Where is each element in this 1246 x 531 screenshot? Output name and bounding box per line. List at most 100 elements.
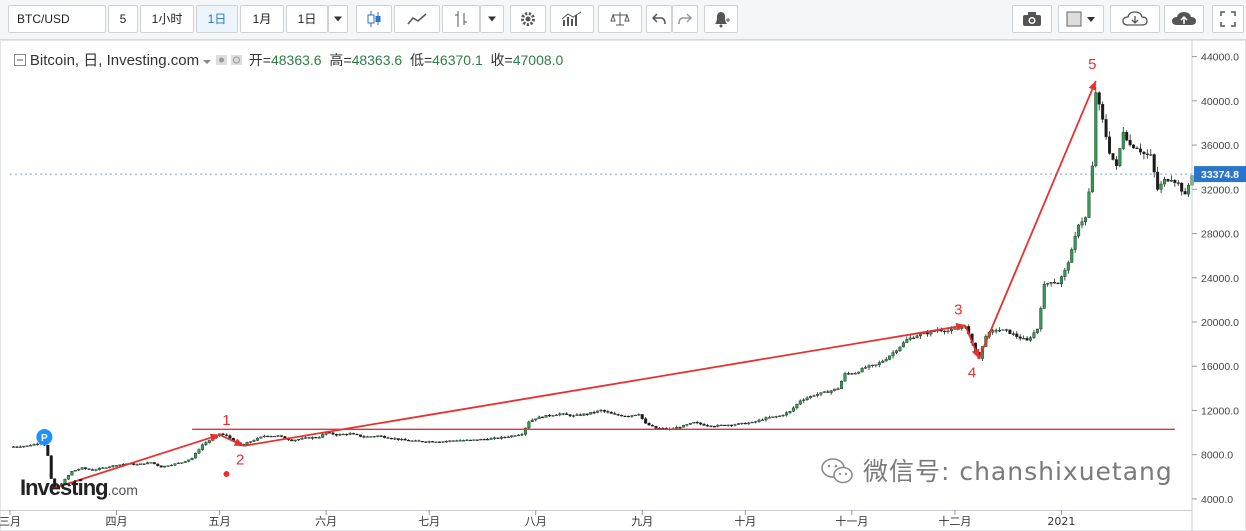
redo-button[interactable] — [672, 5, 698, 33]
candle-body — [290, 439, 294, 442]
candle-body — [279, 435, 283, 437]
candle-body — [616, 414, 620, 416]
candle-body — [895, 350, 899, 353]
candle-body — [712, 426, 716, 428]
candle-body — [1142, 151, 1146, 155]
candle-body — [25, 445, 29, 447]
interval-1d-button[interactable]: 1日 — [196, 5, 238, 33]
candle-body — [389, 437, 393, 440]
candle-body — [1145, 153, 1149, 155]
candle-body — [341, 433, 345, 436]
interval-dropdown-button[interactable] — [328, 5, 348, 33]
candle-body — [1090, 165, 1094, 193]
load-chart-button[interactable] — [1110, 5, 1160, 33]
last-price-label: 33374.8 — [1201, 169, 1239, 181]
candle-body — [372, 436, 376, 438]
candle-body — [843, 373, 847, 382]
candle-body — [846, 373, 850, 375]
candle-body — [1008, 329, 1012, 334]
interval-1m-button[interactable]: 1月 — [240, 5, 284, 33]
candle-body — [166, 465, 170, 467]
candle-body — [369, 436, 373, 438]
interval-select[interactable]: 1日 — [286, 5, 328, 33]
line-chart-icon — [407, 13, 427, 25]
candle-body — [833, 388, 837, 391]
candle-body — [1125, 132, 1129, 141]
candle-body — [760, 419, 764, 421]
candle-body — [850, 373, 854, 375]
chevron-down-icon[interactable] — [203, 59, 212, 65]
candle-body — [424, 441, 428, 443]
candle-body — [730, 424, 734, 426]
candle-body — [740, 422, 744, 425]
candle-body — [314, 437, 318, 439]
fullscreen-icon — [1220, 11, 1236, 27]
low-label: 低 — [409, 52, 424, 68]
candle-body — [733, 424, 737, 426]
candle-body — [609, 412, 613, 414]
indicators-button[interactable] — [550, 5, 594, 33]
candle-body — [187, 459, 191, 462]
candle-body — [630, 415, 634, 417]
snapshot-button[interactable] — [1012, 5, 1052, 33]
candle-body — [1066, 262, 1070, 271]
wechat-icon — [821, 458, 853, 484]
candle-body — [458, 440, 462, 442]
candle-body — [1183, 191, 1187, 195]
settings-button[interactable] — [510, 5, 546, 33]
candle-body — [857, 371, 861, 374]
candle-body — [1132, 144, 1136, 149]
ohlc-bar-icon — [455, 11, 467, 27]
candle-body — [1015, 333, 1019, 337]
candle-body — [678, 427, 682, 429]
legend-visibility-icons[interactable] — [215, 54, 245, 66]
candle-body — [104, 467, 108, 469]
candle-body — [1114, 159, 1118, 166]
undo-button[interactable] — [646, 5, 672, 33]
candle-body — [1187, 184, 1191, 195]
fullscreen-button[interactable] — [1212, 5, 1244, 33]
candle-body — [912, 337, 916, 339]
candlestick-style-button[interactable] — [356, 5, 392, 33]
candle-body — [908, 337, 912, 340]
candle-body — [310, 437, 314, 439]
chart-style-dropdown-button[interactable] — [480, 5, 504, 33]
scale-icon — [610, 12, 630, 26]
time-tick-label: 六月 — [315, 515, 337, 528]
candle-body — [915, 335, 919, 339]
compare-button[interactable] — [598, 5, 642, 33]
candle-body — [1135, 147, 1139, 150]
price-tick-label: 32000.0 — [1201, 184, 1239, 196]
candle-body — [269, 436, 273, 438]
alert-bell-icon — [715, 12, 730, 28]
color-picker-button[interactable] — [1058, 5, 1104, 33]
interval-1h-button[interactable]: 1小时 — [140, 5, 194, 33]
candle-body — [1039, 308, 1043, 330]
bar-style-button[interactable] — [442, 5, 480, 33]
candle-body — [90, 469, 94, 471]
area-style-button[interactable] — [394, 5, 440, 33]
candle-body — [482, 439, 486, 441]
candle-body — [358, 434, 362, 437]
candle-body — [853, 373, 857, 375]
collapse-legend-icon[interactable] — [14, 54, 26, 66]
symbol-search-input[interactable]: BTC/USD — [8, 5, 106, 33]
candle-body — [176, 462, 180, 464]
candle-body — [317, 437, 321, 439]
candle-body — [798, 400, 802, 405]
candle-body — [592, 412, 596, 414]
save-chart-button[interactable] — [1164, 5, 1204, 33]
candle-body — [1173, 179, 1177, 183]
candle-body — [633, 414, 637, 417]
candle-body — [163, 465, 167, 468]
candle-body — [530, 419, 534, 423]
add-alert-button[interactable] — [704, 5, 738, 33]
candle-body — [623, 415, 627, 417]
candle-body — [685, 424, 689, 426]
interval-input[interactable]: 5 — [108, 5, 138, 33]
candle-body — [297, 439, 301, 441]
candle-body — [379, 435, 383, 437]
candle-body — [764, 417, 768, 421]
red-dot-marker — [223, 471, 230, 478]
candle-body — [510, 435, 514, 438]
